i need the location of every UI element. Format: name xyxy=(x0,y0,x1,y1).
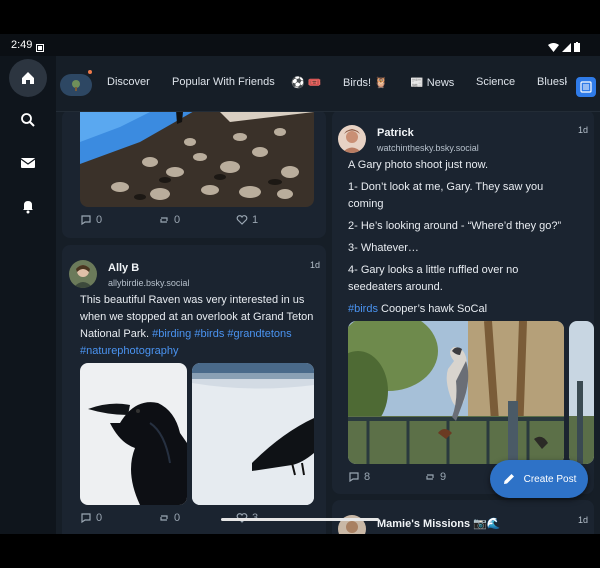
post-text-line: 3- Whatever… xyxy=(348,242,419,254)
repost-count: 9 xyxy=(440,471,447,483)
post-image-raven-1[interactable] xyxy=(80,363,187,505)
feeds-button[interactable] xyxy=(576,77,596,97)
reply-icon xyxy=(81,513,91,524)
reply-button[interactable]: 8 xyxy=(348,471,370,483)
reply-count: 8 xyxy=(364,471,371,483)
tab-news[interactable]: 📰 News xyxy=(410,76,454,89)
post-age: 1d xyxy=(578,515,589,525)
repost-button[interactable]: 0 xyxy=(158,512,180,524)
post-card-top-left[interactable]: 0 0 1 xyxy=(62,110,326,238)
post-text-line: 4- Gary looks a little ruffled over no s… xyxy=(348,264,519,293)
create-post-label: Create Post xyxy=(523,473,577,485)
nav-messages[interactable] xyxy=(9,144,47,182)
home-icon xyxy=(22,72,34,84)
reply-button[interactable]: 0 xyxy=(80,214,102,226)
author-name[interactable]: Patrick xyxy=(377,127,414,139)
nav-search[interactable] xyxy=(9,101,47,139)
list-icon xyxy=(580,81,592,93)
bottom-bezel xyxy=(0,534,600,568)
nav-rail xyxy=(0,56,56,534)
app-screen: 0 0 1 Ally B allybirdie.bsky.social 1d T… xyxy=(0,0,600,568)
post-image-hawk-2[interactable] xyxy=(569,321,594,464)
tab-following[interactable] xyxy=(60,74,92,96)
post-text-line: A Gary photo shoot just now. xyxy=(348,159,489,171)
reply-icon xyxy=(349,472,359,483)
bell-icon xyxy=(23,201,33,214)
post-image-hawk[interactable] xyxy=(348,321,564,464)
repost-count: 0 xyxy=(174,214,181,226)
repost-button[interactable]: 0 xyxy=(158,214,180,226)
post-text-line: 2- He’s looking around - “Where’d they g… xyxy=(348,220,562,232)
tab-bluesky[interactable]: Bluesk xyxy=(537,76,567,88)
post-card-ally[interactable]: Ally B allybirdie.bsky.social 1d This be… xyxy=(62,245,326,545)
post-card-patrick[interactable]: Patrick watchinthesky.bsky.social 1d A G… xyxy=(332,110,594,494)
nav-notifications[interactable] xyxy=(9,187,47,225)
top-bezel xyxy=(0,0,600,34)
post-age: 1d xyxy=(310,260,321,270)
repost-count: 0 xyxy=(174,512,181,524)
tab-science[interactable]: Science xyxy=(476,76,515,88)
post-age: 1d xyxy=(578,125,589,135)
avatar[interactable] xyxy=(69,260,97,288)
tab-sports[interactable]: ⚽ 🎟️ xyxy=(291,76,321,89)
reply-count: 0 xyxy=(96,214,103,226)
hashtag-link[interactable]: #birding xyxy=(152,328,191,340)
post-text: This beautiful Raven was very interested… xyxy=(80,294,314,357)
nav-home[interactable] xyxy=(9,59,47,97)
repost-icon xyxy=(160,515,168,521)
tab-birds[interactable]: Birds! 🦉 xyxy=(343,76,388,89)
reply-button[interactable]: 0 xyxy=(80,512,102,524)
tree-icon xyxy=(72,80,80,91)
hashtag-link[interactable]: #naturephotography xyxy=(80,345,178,357)
author-name[interactable]: Mamie's Missions 📷🌊 xyxy=(377,517,501,530)
status-time: 2:49 xyxy=(11,39,33,51)
post-text-line: 1- Don’t look at me, Gary. They saw you … xyxy=(348,181,544,210)
tab-discover[interactable]: Discover xyxy=(107,76,150,88)
like-button[interactable]: 1 xyxy=(236,214,258,226)
author-name[interactable]: Ally B xyxy=(108,262,139,274)
create-post-button[interactable]: Create Post xyxy=(490,460,588,498)
like-count: 1 xyxy=(252,214,259,226)
wifi-icon xyxy=(548,39,559,57)
battery-icon xyxy=(574,39,580,57)
mail-icon xyxy=(20,158,36,168)
reply-count: 0 xyxy=(96,512,103,524)
repost-icon xyxy=(426,474,434,480)
hashtag-link[interactable]: #grandtetons xyxy=(227,328,291,340)
feed-tabs: Discover Popular With Friends ⚽ 🎟️ Birds… xyxy=(56,56,600,112)
author-handle[interactable]: allybirdie.bsky.social xyxy=(108,278,189,288)
gesture-bar[interactable] xyxy=(221,518,379,521)
avatar[interactable] xyxy=(338,125,366,153)
hashtag-link[interactable]: #birds xyxy=(194,328,224,340)
reply-icon xyxy=(81,215,91,226)
repost-button[interactable]: 9 xyxy=(424,471,446,483)
heart-icon xyxy=(236,215,248,225)
post-image-rocks[interactable] xyxy=(80,110,314,207)
hashtag-link[interactable]: #birds xyxy=(348,303,378,315)
post-image-raven-2[interactable] xyxy=(192,363,314,505)
repost-icon xyxy=(160,217,168,223)
status-bar xyxy=(0,34,600,56)
tab-popular-with-friends[interactable]: Popular With Friends xyxy=(172,76,275,88)
pencil-icon xyxy=(503,474,514,484)
author-handle[interactable]: watchinthesky.bsky.social xyxy=(377,143,479,153)
post-text-line: #birds Cooper’s hawk SoCal xyxy=(348,303,488,315)
notification-icon xyxy=(36,39,44,57)
search-icon xyxy=(21,113,35,127)
unread-dot xyxy=(88,70,92,74)
signal-icon xyxy=(562,39,571,57)
